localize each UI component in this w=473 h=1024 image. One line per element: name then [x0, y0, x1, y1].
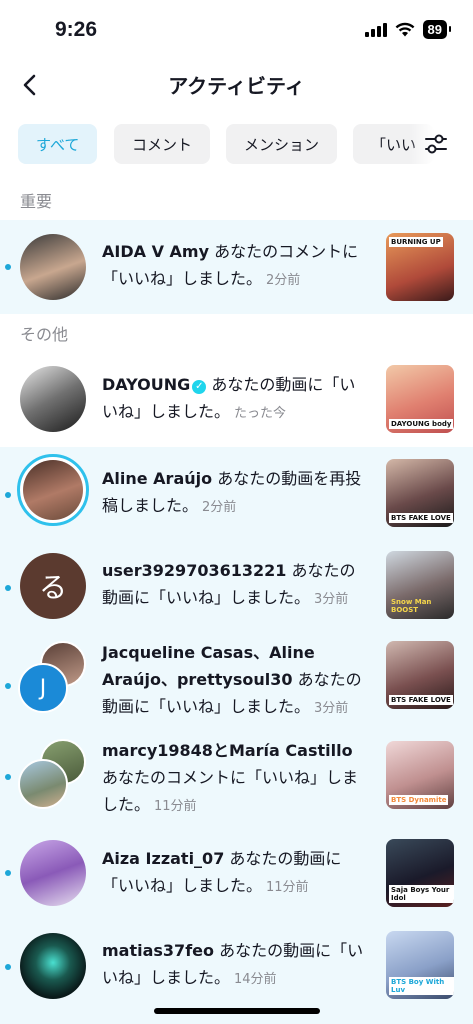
filter-settings-button[interactable] — [421, 128, 451, 160]
thumbnail-caption: BURNING UP — [389, 237, 443, 247]
sliders-icon — [425, 134, 447, 154]
notification-text: Jacqueline Casas、Aline Araújo、prettysoul… — [102, 639, 370, 722]
thumbnail-caption: BTS Boy With Luv — [389, 977, 454, 995]
thumbnail-caption: BTS FAKE LOVE — [389, 695, 453, 705]
thumbnail-caption: Saja Boys Your Idol — [389, 885, 454, 903]
notification-time: 2分前 — [266, 273, 301, 288]
video-thumbnail[interactable]: Snow Man BOOST — [386, 551, 454, 619]
notification-username[interactable]: matias37feo — [102, 941, 214, 960]
notification-username[interactable]: Aiza Izzati_07 — [102, 849, 224, 868]
notification-text: marcy19848とMaría Castillo あなたのコメントに「いいね」… — [102, 737, 370, 820]
thumbnail-caption: Snow Man BOOST — [391, 598, 432, 614]
notification-username[interactable]: user3929703613221 — [102, 561, 286, 580]
signal-icon — [364, 22, 387, 37]
wifi-icon — [395, 22, 414, 37]
video-thumbnail[interactable]: BURNING UP — [386, 233, 454, 301]
battery-indicator: 89 — [422, 20, 452, 39]
notification-username[interactable]: AIDA V Amy — [102, 242, 209, 261]
avatar[interactable]: J — [18, 663, 68, 713]
filter-chip-all[interactable]: すべて — [18, 124, 98, 164]
avatar[interactable]: る — [20, 553, 86, 619]
notification-message: あなたのコメントに「いいね」しました。 — [102, 768, 359, 814]
notification-username[interactable]: Aline Araújo — [102, 469, 212, 488]
status-time: 9:26 — [55, 18, 98, 41]
header: アクティビティ — [0, 60, 473, 110]
notification-row[interactable]: J Jacqueline Casas、Aline Araújo、prettyso… — [0, 637, 473, 729]
notification-time: 2分前 — [202, 500, 237, 515]
notification-row[interactable]: DAYOUNG ✓ あなたの動画に「いいね」しました。 たった今 DAYOUNG b… — [0, 351, 473, 447]
unread-dot — [5, 964, 11, 970]
video-thumbnail[interactable]: Saja Boys Your Idol — [386, 839, 454, 907]
notification-username[interactable]: Jacqueline Casas、Aline Araújo、prettysoul… — [102, 643, 315, 689]
section-label-other: その他 — [20, 325, 69, 344]
notification-text: user3929703613221 あなたの動画に「いいね」しました。 3分前 — [102, 557, 370, 613]
unread-dot — [5, 870, 11, 876]
avatar[interactable] — [20, 234, 86, 300]
page-title: アクティビティ — [168, 74, 305, 98]
section-label-important: 重要 — [20, 192, 53, 211]
unread-dot — [5, 264, 11, 270]
filter-chip-comments[interactable]: コメント — [114, 124, 211, 164]
video-thumbnail[interactable]: BTS Boy With Luv — [386, 931, 454, 999]
notification-text: DAYOUNG ✓ あなたの動画に「いいね」しました。 たった今 — [102, 371, 370, 427]
unread-dot — [5, 492, 11, 498]
filter-tabs: すべて コメント メンション 「いい — [18, 124, 473, 166]
notification-time: 11分前 — [266, 880, 309, 895]
avatar[interactable] — [17, 454, 89, 526]
avatar[interactable] — [18, 759, 68, 809]
unread-dot — [5, 683, 11, 689]
notification-text: AIDA V Amy あなたのコメントに「いいね」しました。 2分前 — [102, 238, 370, 294]
notification-username[interactable]: DAYOUNG — [102, 375, 190, 394]
status-bar: 9:26 89 — [0, 0, 473, 60]
avatar[interactable] — [20, 366, 86, 432]
home-indicator — [154, 1008, 320, 1014]
notification-row[interactable]: Aline Araújo あなたの動画を再投稿しました。 2分前 BTS FAKE… — [0, 447, 473, 545]
video-thumbnail[interactable]: DAYOUNG body — [386, 365, 454, 433]
status-icons: 89 — [364, 20, 452, 39]
notification-time: 11分前 — [154, 799, 197, 814]
notification-time: たった今 — [234, 406, 287, 421]
video-thumbnail[interactable]: BTS Dynamite — [386, 741, 454, 809]
notification-row[interactable]: AIDA V Amy あなたのコメントに「いいね」しました。 2分前 BURNIN… — [0, 220, 473, 314]
avatar[interactable] — [20, 933, 86, 999]
notification-text: Aline Araújo あなたの動画を再投稿しました。 2分前 — [102, 465, 370, 521]
notification-time: 3分前 — [314, 701, 349, 716]
video-thumbnail[interactable]: BTS FAKE LOVE — [386, 459, 454, 527]
thumbnail-caption: DAYOUNG body — [389, 419, 454, 429]
notification-row[interactable]: marcy19848とMaría Castillo あなたのコメントに「いいね」… — [0, 729, 473, 825]
notification-row[interactable]: る user3929703613221 あなたの動画に「いいね」しました。 3分前… — [0, 545, 473, 637]
unread-dot — [5, 585, 11, 591]
unread-dot — [5, 774, 11, 780]
notification-row[interactable]: Aiza Izzati_07 あなたの動画に「いいね」しました。 11分前 Saj… — [0, 825, 473, 921]
notification-username[interactable]: marcy19848とMaría Castillo — [102, 741, 353, 760]
notification-time: 14分前 — [234, 972, 277, 987]
avatar[interactable] — [20, 840, 86, 906]
verified-badge-icon: ✓ — [192, 380, 207, 394]
notification-time: 3分前 — [314, 592, 349, 607]
thumbnail-caption: BTS FAKE LOVE — [389, 513, 453, 523]
notification-text: matias37feo あなたの動画に「いいね」しました。 14分前 — [102, 937, 370, 993]
video-thumbnail[interactable]: BTS FAKE LOVE — [386, 641, 454, 709]
filter-chip-mentions[interactable]: メンション — [226, 124, 338, 164]
notification-text: Aiza Izzati_07 あなたの動画に「いいね」しました。 11分前 — [102, 845, 370, 901]
thumbnail-caption: BTS Dynamite — [389, 795, 449, 805]
